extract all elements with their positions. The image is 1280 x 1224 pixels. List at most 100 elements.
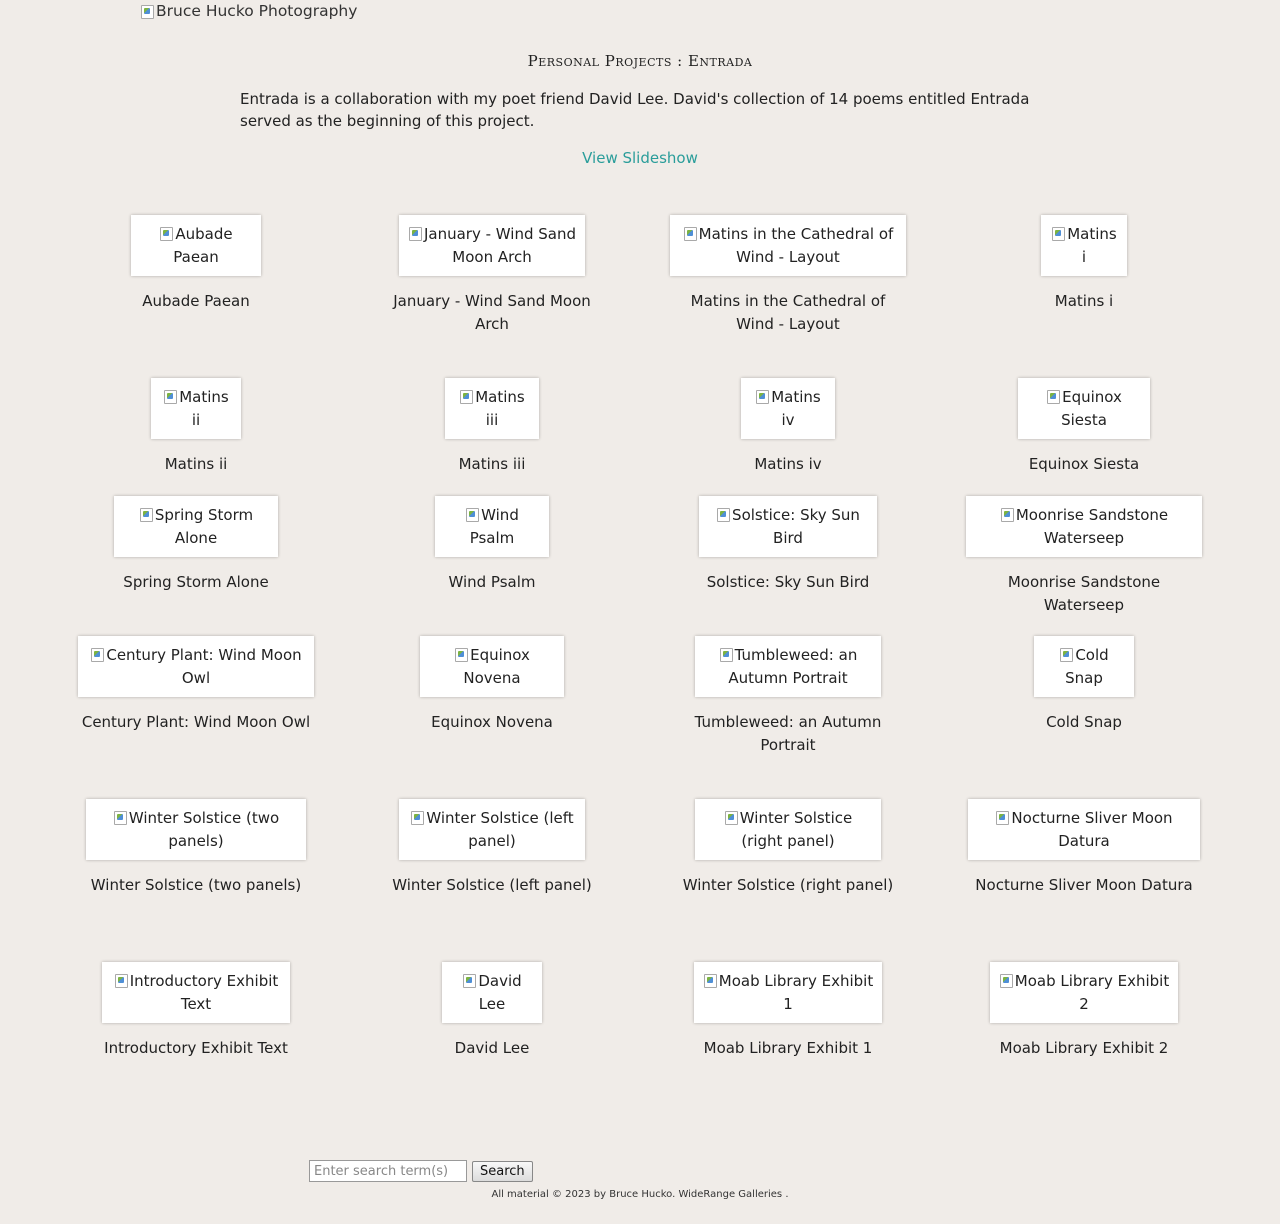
gallery-item: Spring Storm Alone Spring Storm Alone (48, 496, 344, 594)
gallery-caption: Cold Snap (1046, 713, 1122, 731)
broken-image-icon (755, 388, 770, 404)
gallery-thumbnail[interactable]: Cold Snap (1034, 636, 1134, 697)
gallery-item: Solstice: Sky Sun Bird Solstice: Sky Sun … (640, 496, 936, 594)
broken-image-icon (719, 646, 733, 662)
footer-widerange-link[interactable]: WideRange Galleries (678, 1189, 782, 1200)
gallery-caption: Moab Library Exhibit 2 (999, 1039, 1169, 1057)
gallery-item: Moab Library Exhibit 1 Moab Library Exhib… (640, 962, 936, 1060)
gallery-item: Equinox Novena Equinox Novena (344, 636, 640, 734)
page-title: Personal Projects : Entrada (527, 52, 753, 70)
thumbnail-alt-text: Winter Solstice (two panels) (128, 809, 280, 850)
gallery-thumbnail[interactable]: Century Plant: Wind Moon Owl (78, 636, 314, 697)
gallery-thumbnail[interactable]: Winter Solstice (right panel) (695, 799, 881, 860)
gallery-item: Aubade Paean Aubade Paean (48, 215, 344, 313)
gallery-item: Moonrise Sandstone Waterseep Moonrise San… (936, 496, 1232, 616)
gallery-item: Tumbleweed: an Autumn Portrait Tumbleweed… (640, 636, 936, 756)
gallery-item: Matins ii Matins ii (48, 378, 344, 476)
thumbnail-alt-text: Matins i (1067, 225, 1117, 266)
thumbnail-alt-text: Moab Library Exhibit 2 (1014, 972, 1170, 1013)
gallery-item: Equinox Siesta Equinox Siesta (936, 378, 1232, 476)
gallery-thumbnail[interactable]: Equinox Novena (420, 636, 564, 697)
footer-copyright: All material © 2023 by Bruce Hucko. (491, 1189, 676, 1200)
gallery-thumbnail[interactable]: Matins iv (741, 378, 835, 439)
broken-image-icon (995, 809, 1010, 825)
gallery-thumbnail[interactable]: Moonrise Sandstone Waterseep (966, 496, 1202, 557)
thumbnail-alt-text: Winter Solstice (left panel) (426, 809, 574, 850)
gallery-thumbnail[interactable]: Solstice: Sky Sun Bird (699, 496, 877, 557)
thumbnail-alt-text: Moonrise Sandstone Waterseep (1015, 506, 1169, 547)
gallery-caption: Wind Psalm (448, 573, 536, 591)
gallery-caption: Tumbleweed: an Autumn Portrait (694, 713, 882, 754)
gallery-thumbnail[interactable]: Winter Solstice (left panel) (399, 799, 585, 860)
thumbnail-alt-text: Solstice: Sky Sun Bird (732, 506, 860, 547)
gallery-thumbnail[interactable]: Moab Library Exhibit 2 (990, 962, 1178, 1023)
gallery-caption: Matins ii (164, 455, 228, 473)
gallery-thumbnail[interactable]: Tumbleweed: an Autumn Portrait (695, 636, 881, 697)
broken-image-icon (462, 972, 477, 988)
gallery-caption: Winter Solstice (left panel) (392, 876, 592, 894)
thumbnail-alt-text: Spring Storm Alone (154, 506, 254, 547)
search-input[interactable] (309, 1160, 467, 1182)
logo-alt-text: Bruce Hucko Photography (156, 2, 358, 20)
gallery-thumbnail[interactable]: David Lee (442, 962, 542, 1023)
broken-image-icon (716, 506, 731, 522)
gallery-caption: January - Wind Sand Moon Arch (393, 292, 591, 333)
thumbnail-alt-text: Nocturne Sliver Moon Datura (1011, 809, 1173, 850)
gallery-thumbnail[interactable]: Equinox Siesta (1018, 378, 1150, 439)
gallery-caption: Equinox Novena (431, 713, 553, 731)
gallery-caption: Matins in the Cathedral of Wind - Layout (690, 292, 886, 333)
thumbnail-alt-text: Tumbleweed: an Autumn Portrait (728, 646, 858, 687)
gallery-caption: Moonrise Sandstone Waterseep (1007, 573, 1161, 614)
gallery-caption: Matins i (1054, 292, 1114, 310)
search-button[interactable]: Search (472, 1160, 533, 1182)
gallery-thumbnail[interactable]: Winter Solstice (two panels) (86, 799, 306, 860)
site-logo[interactable]: Bruce Hucko Photography (140, 0, 357, 22)
gallery-thumbnail[interactable]: Aubade Paean (131, 215, 261, 276)
gallery-caption: Matins iv (754, 455, 822, 473)
broken-image-icon (163, 388, 178, 404)
gallery-item: Winter Solstice (right panel) Winter Sols… (640, 799, 936, 897)
gallery-thumbnail[interactable]: Matins i (1041, 215, 1127, 276)
gallery-thumbnail[interactable]: Wind Psalm (435, 496, 549, 557)
gallery-caption: Nocturne Sliver Moon Datura (975, 876, 1193, 894)
footer-trailing: . (785, 1189, 789, 1200)
thumbnail-alt-text: Moab Library Exhibit 1 (718, 972, 874, 1013)
thumbnail-alt-text: Aubade Paean (173, 225, 233, 266)
gallery-item: Matins iv Matins iv (640, 378, 936, 476)
gallery-item: Matins i Matins i (936, 215, 1232, 313)
gallery-item: Century Plant: Wind Moon Owl Century Plan… (48, 636, 344, 734)
broken-image-icon (454, 646, 469, 662)
gallery-thumbnail[interactable]: Matins ii (151, 378, 241, 439)
gallery-item: Winter Solstice (two panels) Winter Solst… (48, 799, 344, 897)
gallery-caption: Solstice: Sky Sun Bird (706, 573, 870, 591)
gallery-thumbnail[interactable]: Matins iii (445, 378, 539, 439)
gallery-item: Moab Library Exhibit 2 Moab Library Exhib… (936, 962, 1232, 1060)
gallery-item: David Lee David Lee (344, 962, 640, 1060)
thumbnail-alt-text: January - Wind Sand Moon Arch (423, 225, 577, 266)
thumbnail-alt-text: Winter Solstice (right panel) (739, 809, 853, 850)
gallery-item: Introductory Exhibit Text Introductory Ex… (48, 962, 344, 1060)
gallery-thumbnail[interactable]: Spring Storm Alone (114, 496, 278, 557)
gallery-thumbnail[interactable]: Matins in the Cathedral of Wind - Layout (670, 215, 906, 276)
broken-image-icon (113, 809, 127, 825)
broken-image-icon (140, 3, 154, 19)
broken-image-icon (410, 809, 425, 825)
gallery-thumbnail[interactable]: Nocturne Sliver Moon Datura (968, 799, 1200, 860)
gallery-thumbnail[interactable]: January - Wind Sand Moon Arch (399, 215, 585, 276)
broken-image-icon (724, 809, 738, 825)
gallery-caption: Aubade Paean (142, 292, 250, 310)
gallery-caption: Spring Storm Alone (123, 573, 269, 591)
gallery-thumbnail[interactable]: Moab Library Exhibit 1 (694, 962, 882, 1023)
thumbnail-alt-text: Equinox Novena (463, 646, 530, 687)
broken-image-icon (1000, 506, 1014, 522)
broken-image-icon (1046, 388, 1061, 404)
gallery-thumbnail[interactable]: Introductory Exhibit Text (102, 962, 290, 1023)
view-slideshow-link[interactable]: View Slideshow (0, 149, 1280, 167)
thumbnail-alt-text: Century Plant: Wind Moon Owl (106, 646, 302, 687)
broken-image-icon (114, 972, 128, 988)
gallery-caption: Winter Solstice (right panel) (682, 876, 894, 894)
broken-image-icon (139, 506, 153, 522)
broken-image-icon (465, 506, 480, 522)
thumbnail-alt-text: Introductory Exhibit Text (129, 972, 279, 1013)
broken-image-icon (459, 388, 474, 404)
